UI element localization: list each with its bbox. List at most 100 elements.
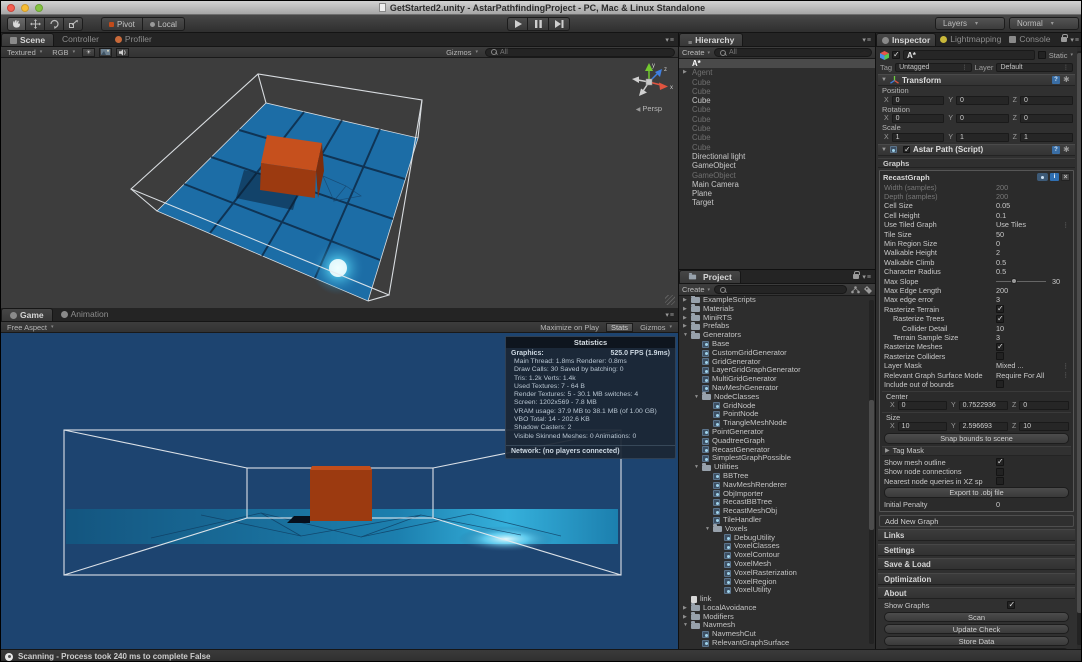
panel-menu-icon[interactable]: ▾≡	[862, 273, 872, 281]
tab-inspector[interactable]: Inspector	[876, 33, 936, 46]
scene-search-input[interactable]: All	[485, 48, 675, 57]
settings-row[interactable]: Collider Detail10	[882, 323, 1071, 332]
chevron-down-icon[interactable]: ▾	[1070, 52, 1073, 58]
scrollbar-thumb[interactable]	[869, 400, 874, 530]
setting-value[interactable]: 0	[996, 500, 1000, 509]
setting-value[interactable]: 30	[1052, 277, 1060, 286]
play-button[interactable]	[507, 17, 528, 31]
vector-field[interactable]: 1	[956, 133, 1009, 142]
project-item[interactable]: NavMeshRenderer	[679, 481, 875, 490]
scale-tool-button[interactable]	[64, 17, 83, 31]
project-item[interactable]: TileHandler	[679, 516, 875, 525]
layer-dropdown[interactable]: Default⋮	[996, 63, 1073, 72]
vector-field[interactable]: 2.596693	[959, 422, 1008, 431]
vector-field[interactable]: 0	[1020, 114, 1073, 123]
delete-graph-icon[interactable]: ×	[1061, 173, 1070, 181]
hierarchy-item[interactable]: GameObject	[679, 171, 875, 180]
settings-row[interactable]: Relevant Graph Surface ModeRequire For A…	[882, 370, 1071, 379]
tab-controller[interactable]: Controller	[54, 33, 107, 46]
panel-menu-icon[interactable]: ▾≡	[665, 311, 675, 319]
settings-row[interactable]: Layer MaskMixed ...⋮	[882, 361, 1071, 370]
inspector-scrollbar[interactable]	[1077, 51, 1082, 645]
popup-icon[interactable]: ⋮	[1063, 371, 1070, 379]
settings-row[interactable]: Max Slope30	[882, 276, 1071, 285]
settings-row[interactable]: Nearest node queries in XZ sp	[882, 476, 1071, 485]
settings-row[interactable]: Rasterize Terrain✓	[882, 305, 1071, 314]
layout-dropdown[interactable]: Normal▾	[1009, 17, 1079, 30]
hierarchy-item[interactable]: Cube	[679, 78, 875, 87]
hierarchy-item[interactable]: Cube	[679, 124, 875, 133]
stats-toggle[interactable]: Stats	[606, 323, 633, 332]
hierarchy-filter-icon[interactable]	[851, 286, 860, 294]
nav-cube[interactable]	[260, 135, 324, 198]
settings-row[interactable]: Width (samples)200	[882, 183, 1071, 192]
transform-component-header[interactable]: ▼ Transform ? ✱	[878, 74, 1075, 86]
setting-value[interactable]: 200	[996, 286, 1008, 295]
tab-console[interactable]: Console	[1005, 33, 1054, 46]
settings-row[interactable]: Character Radius0.5	[882, 267, 1071, 276]
vector-field[interactable]: 0	[892, 114, 945, 123]
setting-checkbox[interactable]: ✓	[996, 458, 1004, 466]
graphs-header[interactable]: Graphs	[878, 158, 1075, 168]
settings-row[interactable]: Include out of bounds	[882, 380, 1071, 389]
setting-value[interactable]: 50	[996, 230, 1004, 239]
setting-checkbox[interactable]: ✓	[996, 305, 1004, 313]
vector-field[interactable]: 0	[1019, 401, 1069, 410]
settings-row[interactable]: Show mesh outline✓	[882, 458, 1071, 467]
project-item[interactable]: ▼NodeClasses	[679, 393, 875, 402]
project-item[interactable]: TriangleMeshNode	[679, 419, 875, 428]
scene-viewport[interactable]: y z x ◀Persp	[1, 58, 678, 308]
project-item[interactable]: PointGenerator	[679, 428, 875, 437]
project-create-dropdown[interactable]: Create▾	[682, 285, 710, 294]
settings-row[interactable]: Use Tiled GraphUse Tiles⋮	[882, 220, 1071, 229]
vector-field[interactable]: 10	[898, 422, 947, 431]
slider-track[interactable]	[996, 281, 1046, 282]
scene-gizmos-dropdown[interactable]: Gizmos▾	[443, 48, 481, 57]
setting-value[interactable]: 3	[996, 333, 1000, 342]
section-header-about[interactable]: About	[878, 587, 1075, 599]
vector-field[interactable]: 1	[1020, 133, 1073, 142]
project-item[interactable]: ▼Voxels	[679, 525, 875, 534]
project-item[interactable]: SimplestGraphPossible	[679, 454, 875, 463]
scrollbar-thumb[interactable]	[1077, 53, 1082, 613]
gear-icon[interactable]: ✱	[1063, 146, 1072, 154]
project-item[interactable]: NavMeshGenerator	[679, 384, 875, 393]
settings-button[interactable]: Export to .obj file	[884, 487, 1069, 498]
vector-field[interactable]: 0.7522936	[959, 401, 1008, 410]
popup-icon[interactable]: ⋮	[1063, 362, 1070, 370]
settings-row[interactable]: Cell Height0.1	[882, 211, 1071, 220]
setting-value[interactable]: 10	[996, 324, 1004, 333]
setting-value[interactable]: 3	[996, 295, 1000, 304]
vector-field[interactable]: 1	[892, 133, 945, 142]
rotate-tool-button[interactable]	[45, 17, 64, 31]
project-item[interactable]: ▼Navmesh	[679, 621, 875, 630]
setting-value[interactable]: 0.5	[996, 258, 1006, 267]
update-check-button[interactable]: Update Check	[884, 624, 1069, 635]
move-tool-button[interactable]	[26, 17, 45, 31]
project-scrollbar[interactable]	[869, 300, 874, 644]
setting-checkbox[interactable]	[996, 380, 1004, 388]
recastgraph-header[interactable]: RecastGraph i ×	[882, 172, 1071, 183]
tab-game[interactable]: Game	[1, 308, 53, 321]
project-item[interactable]: VoxelContour	[679, 551, 875, 560]
setting-checkbox[interactable]	[996, 477, 1004, 485]
project-item[interactable]: VoxelRegion	[679, 578, 875, 587]
project-item[interactable]: ▼Generators	[679, 331, 875, 340]
settings-row[interactable]: Max edge error3	[882, 295, 1071, 304]
hierarchy-item[interactable]: Cube	[679, 143, 875, 152]
popup-icon[interactable]: ⋮	[1063, 221, 1070, 229]
panel-menu-icon[interactable]: ▾≡	[1070, 36, 1080, 44]
setting-value[interactable]: 0.05	[996, 201, 1010, 210]
setting-value[interactable]: 200	[996, 192, 1008, 201]
hierarchy-item[interactable]: Main Camera	[679, 180, 875, 189]
add-new-graph-button[interactable]: Add New Graph	[879, 515, 1074, 527]
vector-field[interactable]: 0	[956, 114, 1009, 123]
setting-value[interactable]: 0	[996, 239, 1000, 248]
active-checkbox[interactable]: ✓	[892, 51, 900, 59]
pause-button[interactable]	[528, 17, 549, 31]
hierarchy-item[interactable]: Plane	[679, 189, 875, 198]
static-checkbox[interactable]	[1038, 51, 1046, 59]
gameobject-name-field[interactable]: A*	[903, 50, 1035, 60]
scene-canvas[interactable]: y z x	[1, 58, 678, 308]
project-item[interactable]: RecastMeshObj	[679, 507, 875, 516]
